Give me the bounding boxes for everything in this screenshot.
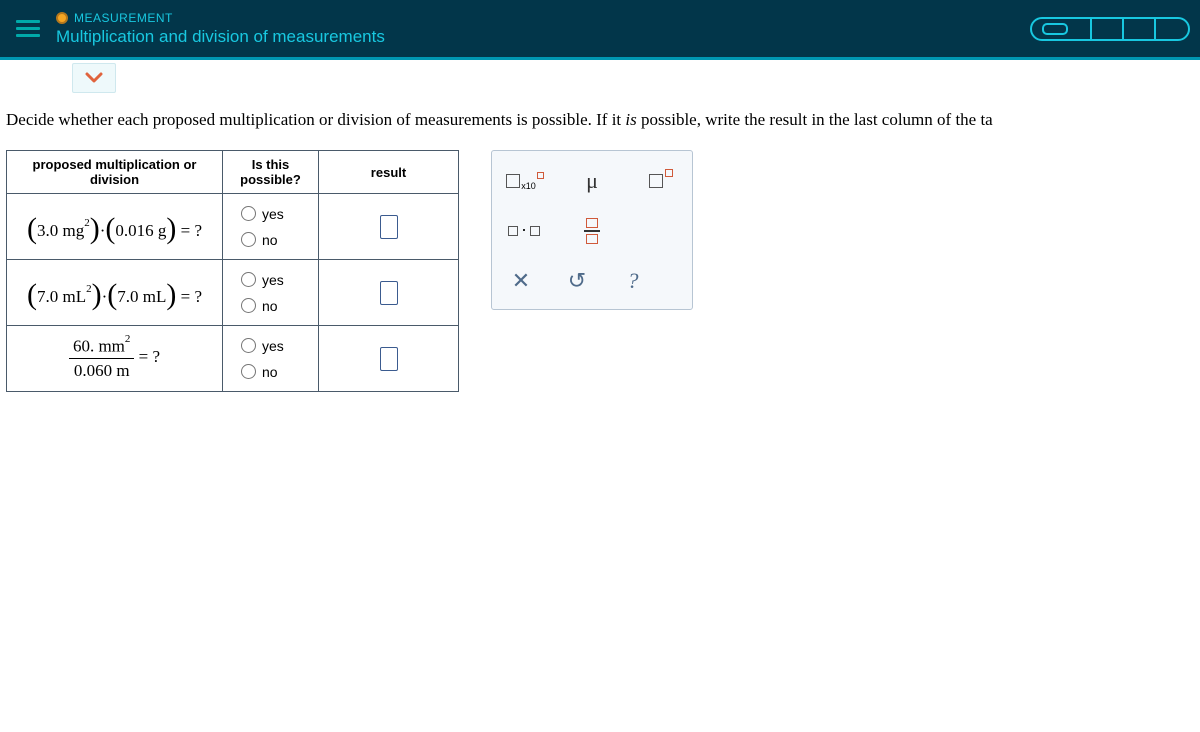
times-ten-power-button[interactable]: x10 xyxy=(504,162,544,200)
superscript-button[interactable] xyxy=(640,162,680,200)
menu-icon[interactable] xyxy=(6,10,50,47)
instruction-text: Decide whether each proposed multiplicat… xyxy=(0,88,1200,130)
result-input[interactable] xyxy=(380,281,398,305)
progress-stepper[interactable] xyxy=(1030,17,1190,41)
table-row: (7.0 mL2)·(7.0 mL) = ? yes no xyxy=(7,260,459,326)
subject-dot-icon xyxy=(56,12,68,24)
table-row: (3.0 mg2)·(0.016 g) = ? yes no xyxy=(7,194,459,260)
expression: 60. mm2 0.060 m = ? xyxy=(69,347,160,366)
expression: (3.0 mg2)·(0.016 g) = ? xyxy=(27,221,202,240)
undo-button[interactable]: ↺ xyxy=(560,264,594,298)
radio-yes[interactable]: yes xyxy=(241,272,284,288)
subject-label: MEASUREMENT xyxy=(74,11,173,25)
radio-yes[interactable]: yes xyxy=(241,206,284,222)
col-header-possible: Is this possible? xyxy=(223,151,319,194)
multiply-button[interactable]: · xyxy=(504,212,544,250)
title-block: MEASUREMENT Multiplication and division … xyxy=(56,11,385,47)
topic-title: Multiplication and division of measureme… xyxy=(56,27,385,47)
equation-toolbox: x10 μ · ✕ ↺ ? xyxy=(491,150,693,310)
clear-button[interactable]: ✕ xyxy=(504,264,538,298)
col-header-result: result xyxy=(319,151,459,194)
expression: (7.0 mL2)·(7.0 mL) = ? xyxy=(27,287,202,306)
radio-no[interactable]: no xyxy=(241,364,278,380)
radio-yes[interactable]: yes xyxy=(241,338,284,354)
radio-no[interactable]: no xyxy=(241,232,278,248)
radio-no[interactable]: no xyxy=(241,298,278,314)
fraction-button[interactable] xyxy=(572,212,612,250)
measurements-table: proposed multiplication or division Is t… xyxy=(6,150,459,392)
col-header-proposed: proposed multiplication or division xyxy=(7,151,223,194)
mu-button[interactable]: μ xyxy=(572,162,612,200)
app-header: MEASUREMENT Multiplication and division … xyxy=(0,0,1200,60)
result-input[interactable] xyxy=(380,347,398,371)
chevron-down-icon[interactable] xyxy=(72,63,116,93)
result-input[interactable] xyxy=(380,215,398,239)
table-row: 60. mm2 0.060 m = ? yes no xyxy=(7,326,459,392)
help-button[interactable]: ? xyxy=(616,264,650,298)
